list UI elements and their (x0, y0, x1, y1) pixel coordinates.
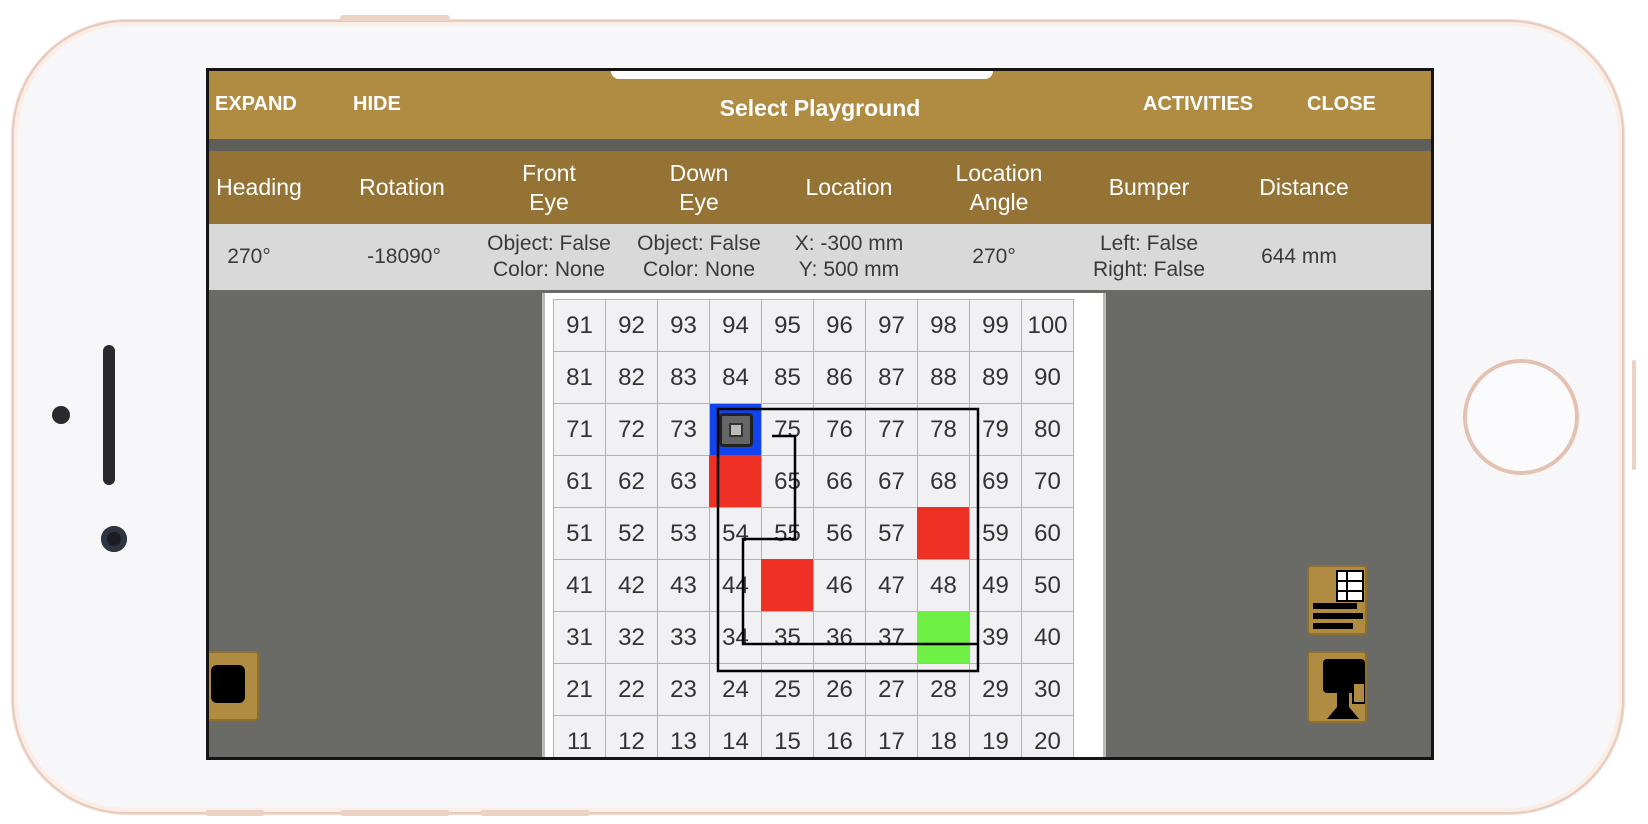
speaker-icon (103, 345, 115, 485)
header-bumper: Bumper (1108, 174, 1190, 200)
header-location-angle: Location Angle (955, 159, 1043, 215)
volume-button (340, 810, 450, 816)
home-button[interactable] (1463, 359, 1579, 475)
header-heading: Heading (216, 174, 302, 200)
value-down-eye: Object: False Color: None (637, 232, 761, 281)
app-screen: EXPAND HIDE Select Playground ACTIVITIES… (206, 68, 1434, 760)
sensor-notch (611, 71, 993, 79)
activities-button[interactable]: ACTIVITIES (1143, 93, 1253, 116)
sensor-value-row: 270° -18090° Object: False Color: None Ob… (209, 224, 1431, 290)
volume-button (340, 15, 450, 21)
camera-icon (101, 526, 127, 552)
data-table-button[interactable] (1307, 565, 1367, 635)
value-bumper: Left: False Right: False (1092, 232, 1206, 281)
header-rotation: Rotation (359, 174, 445, 200)
mute-switch (205, 810, 265, 816)
value-heading: 270° (227, 245, 271, 268)
sensor-header-row: Heading Rotation Front Eye Down Eye Locati… (209, 151, 1431, 224)
monitor-button[interactable] (1307, 651, 1367, 723)
header-front-eye: Front Eye (522, 159, 576, 215)
power-button (1632, 360, 1636, 470)
robot-path (741, 434, 978, 646)
header-location: Location (805, 174, 893, 200)
value-location-angle: 270° (972, 245, 1016, 268)
value-front-eye: Object: False Color: None (487, 232, 611, 281)
close-button[interactable]: CLOSE (1307, 93, 1376, 116)
monitor-icon (1323, 659, 1366, 719)
header-down-eye: Down Eye (669, 159, 729, 215)
value-location: X: -300 mm Y: 500 mm (794, 232, 904, 281)
volume-button (480, 810, 590, 816)
stop-square-icon (211, 665, 245, 703)
value-distance: 644 mm (1261, 245, 1337, 268)
value-rotation: -18090° (367, 245, 441, 268)
playground-panel: 91 92 93 94 95 96 97 98 99 100 81 82 83 84 85 86 87 88 89 9… (542, 293, 1106, 757)
sensor-dot (52, 406, 70, 424)
path-overlay (716, 407, 980, 673)
data-table-icon (1313, 570, 1364, 629)
header-distance: Distance (1259, 174, 1349, 200)
top-toolbar: EXPAND HIDE Select Playground ACTIVITIES… (209, 71, 1431, 139)
divider (209, 139, 1431, 151)
stop-button[interactable] (209, 651, 259, 721)
